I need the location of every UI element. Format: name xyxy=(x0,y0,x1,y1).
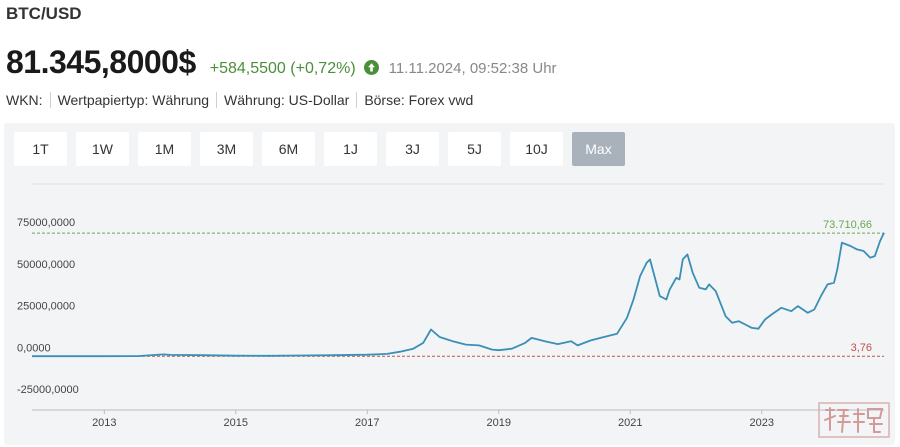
min-value-label: 3,76 xyxy=(851,342,872,354)
watermark-seal xyxy=(818,402,890,438)
chart-panel: 1T 1W 1M 3M 6M 1J 3J 5J 10J Max 75000,00… xyxy=(4,123,895,445)
max-value-label: 73.710,66 xyxy=(823,219,872,231)
price-change: +584,5500 (+0,72%) xyxy=(209,60,356,77)
price-chart[interactable]: 75000,0000 50000,0000 25000,0000 0,0000 -250… xyxy=(4,123,895,445)
meta-exchange: Börse: Forex vwd xyxy=(356,92,480,108)
instrument-meta: WKN: Wertpapiertyp: Währung Währung: US-… xyxy=(6,92,480,108)
x-tick-label: 2013 xyxy=(92,417,116,429)
meta-wkn: WKN: xyxy=(6,92,43,108)
x-tick-label: 2019 xyxy=(487,417,511,429)
quote-timestamp: 11.11.2024, 09:52:38 Uhr xyxy=(388,60,557,77)
x-tick-label: 2015 xyxy=(224,417,248,429)
x-tick-label: 2021 xyxy=(618,417,642,429)
pair-title: BTC/USD xyxy=(6,4,82,23)
y-tick-label: -25000,0000 xyxy=(17,384,79,396)
meta-currency: Währung: US-Dollar xyxy=(216,92,356,108)
meta-security-type: Wertpapiertyp: Währung xyxy=(49,92,216,108)
arrow-up-circle-icon xyxy=(363,60,379,75)
price-row: 81.345,8000$ +584,5500 (+0,72%) 11.11.20… xyxy=(6,44,557,81)
y-tick-label: 25000,0000 xyxy=(17,301,75,313)
price-series-line xyxy=(32,232,885,358)
x-tick-label: 2017 xyxy=(355,417,379,429)
current-price: 81.345,8000$ xyxy=(6,44,196,80)
y-tick-label: 0,0000 xyxy=(17,342,51,354)
y-tick-label: 50000,0000 xyxy=(17,259,75,271)
x-tick-label: 2023 xyxy=(749,417,773,429)
y-tick-label: 75000,0000 xyxy=(17,217,75,229)
